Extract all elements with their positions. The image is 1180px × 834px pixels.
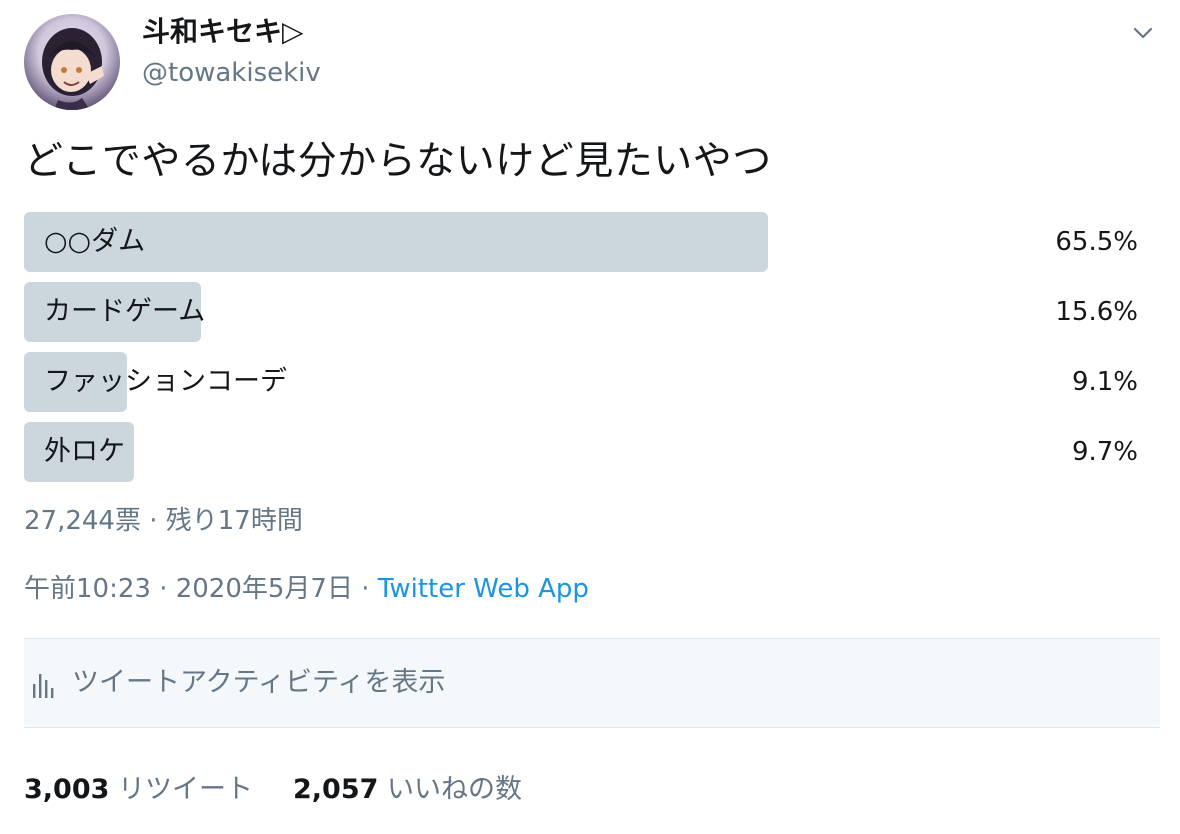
- poll-option: ○○ダム 65.5%: [24, 212, 1140, 272]
- poll-option-label: 外ロケ: [44, 436, 125, 467]
- retweets-count: 3,003: [24, 774, 110, 805]
- avatar[interactable]: [24, 14, 120, 110]
- poll-option: ファッションコーデ 9.1%: [24, 352, 1140, 412]
- avatar-image: [42, 28, 104, 110]
- chevron-down-icon[interactable]: [1130, 20, 1156, 46]
- retweets-stat[interactable]: 3,003 リツイート: [24, 774, 253, 805]
- tweet-text: どこでやるかは分からないけど見たいやつ: [24, 139, 772, 184]
- poll-option-label: ○○ダム: [44, 226, 146, 257]
- user-handle[interactable]: @towakisekiv: [142, 56, 321, 90]
- tweet-stats: 3,003 リツイート 2,057 いいねの数: [24, 770, 522, 810]
- poll-option: カードゲーム 15.6%: [24, 282, 1140, 342]
- likes-count: 2,057: [293, 774, 379, 805]
- likes-stat[interactable]: 2,057 いいねの数: [293, 774, 522, 805]
- display-name[interactable]: 斗和キセキ▷: [142, 14, 304, 50]
- tweet-activity-label: ツイートアクティビティを表示: [72, 667, 446, 698]
- likes-label: いいねの数: [387, 774, 522, 805]
- tweet-source-link[interactable]: Twitter Web App: [378, 574, 589, 604]
- poll-summary: 27,244票 · 残り17時間: [24, 506, 303, 536]
- poll-option-label: カードゲーム: [44, 296, 206, 327]
- tweet-activity-button[interactable]: ツイートアクティビティを表示: [24, 638, 1160, 728]
- bar-chart-icon: [33, 674, 54, 698]
- poll-option: 外ロケ 9.7%: [24, 422, 1140, 482]
- poll-option-percent: 9.1%: [1071, 367, 1138, 397]
- tweet-time[interactable]: 午前10:23 · 2020年5月7日 ·: [24, 574, 378, 604]
- poll-option-percent: 15.6%: [1055, 297, 1138, 327]
- poll-option-percent: 9.7%: [1071, 437, 1138, 467]
- poll: ○○ダム 65.5% カードゲーム 15.6% ファッションコーデ 9.1% 外…: [24, 212, 1140, 492]
- retweets-label: リツイート: [118, 774, 253, 805]
- poll-option-percent: 65.5%: [1055, 227, 1138, 257]
- tweet-timestamp: 午前10:23 · 2020年5月7日 · Twitter Web App: [24, 572, 589, 606]
- poll-option-label: ファッションコーデ: [44, 366, 287, 397]
